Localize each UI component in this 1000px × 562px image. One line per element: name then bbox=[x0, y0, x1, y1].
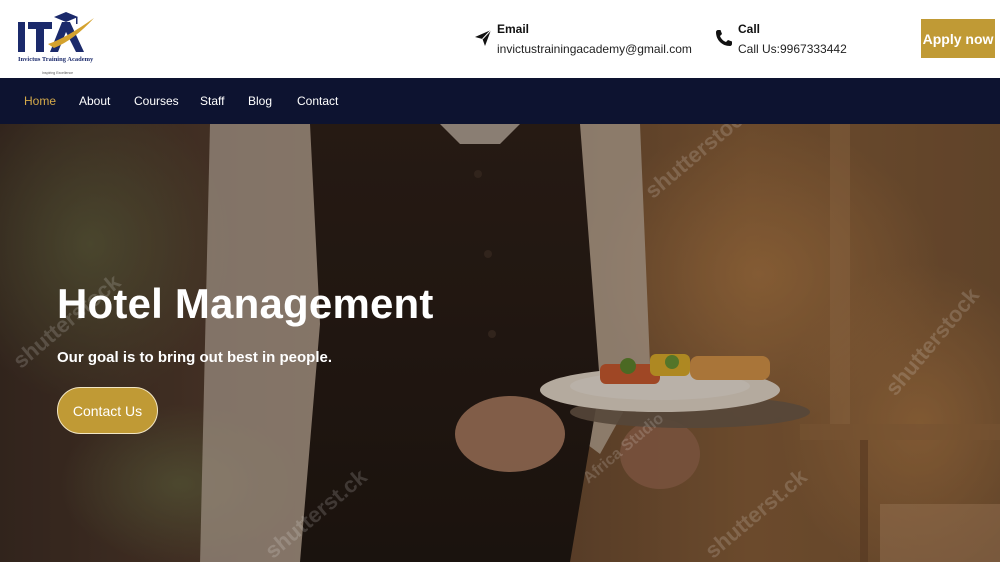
top-header: Invictus Training Academy Inspiring Exce… bbox=[0, 0, 1000, 78]
hero-subtitle: Our goal is to bring out best in people. bbox=[57, 349, 333, 366]
email-title: Email bbox=[497, 22, 530, 36]
paper-plane-icon bbox=[475, 29, 492, 46]
nav-item-about[interactable]: About bbox=[79, 94, 110, 108]
nav-item-staff[interactable]: Staff bbox=[200, 94, 224, 108]
phone-number-link[interactable]: Call Us:9967333442 bbox=[738, 42, 847, 56]
phone-icon bbox=[716, 30, 732, 46]
email-contact: Email invictustrainingacademy@gmail.com bbox=[473, 20, 703, 60]
email-address-link[interactable]: invictustrainingacademy@gmail.com bbox=[497, 42, 692, 56]
hero-banner: shutterstock shutterstock Africa Studio … bbox=[0, 124, 1000, 562]
brand-logo[interactable]: Invictus Training Academy Inspiring Exce… bbox=[14, 8, 104, 76]
hero-title: Hotel Management bbox=[57, 280, 434, 327]
nav-item-courses[interactable]: Courses bbox=[134, 94, 179, 108]
nav-item-blog[interactable]: Blog bbox=[248, 94, 272, 108]
brand-tagline: Inspiring Excellence bbox=[42, 71, 74, 75]
main-nav: Home About Courses Staff Blog Contact bbox=[0, 78, 1000, 124]
apply-now-button[interactable]: Apply now bbox=[921, 19, 995, 58]
hero-overlay bbox=[0, 124, 1000, 562]
brand-name: Invictus Training Academy bbox=[18, 56, 94, 63]
call-contact: Call Call Us:9967333442 bbox=[714, 20, 874, 60]
call-title: Call bbox=[738, 22, 761, 36]
nav-item-home[interactable]: Home bbox=[24, 94, 56, 108]
logo-mark-icon bbox=[18, 12, 94, 52]
nav-item-contact[interactable]: Contact bbox=[297, 94, 338, 108]
contact-us-button[interactable]: Contact Us bbox=[57, 387, 158, 434]
